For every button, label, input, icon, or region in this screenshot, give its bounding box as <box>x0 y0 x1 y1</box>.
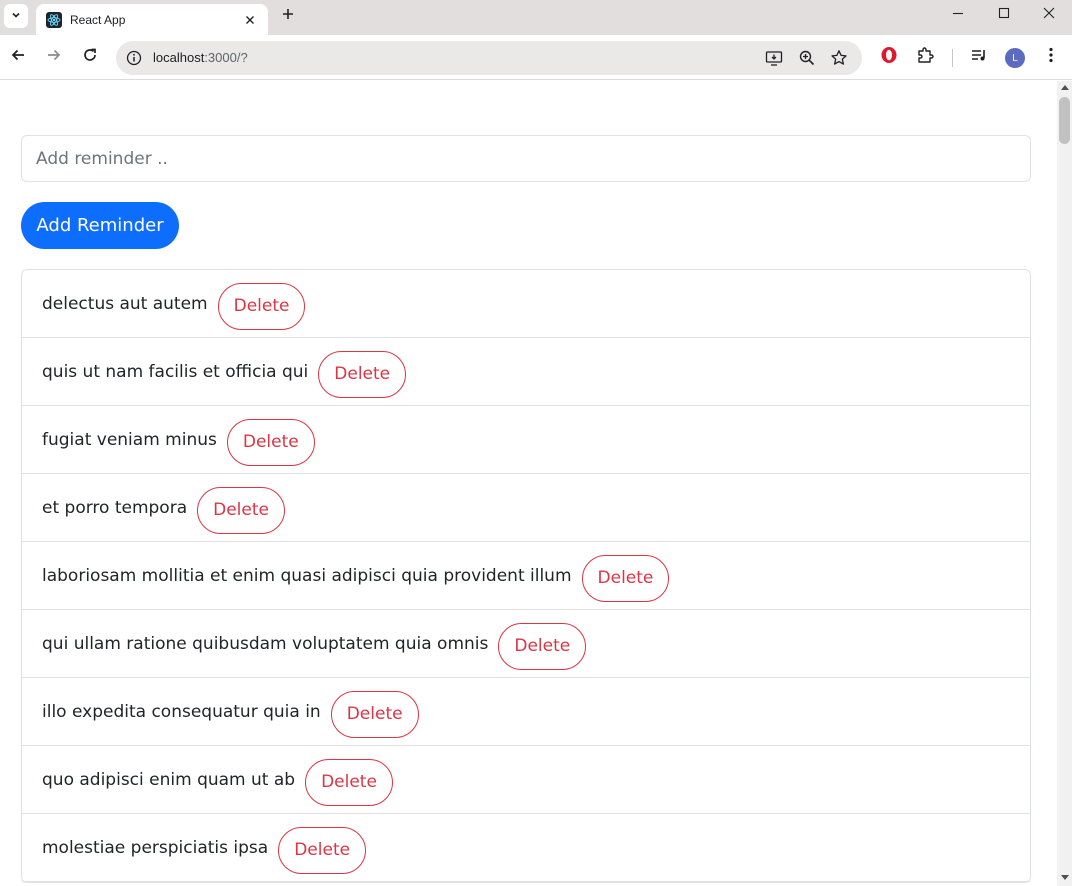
media-queue-icon <box>970 46 988 69</box>
scroll-down-arrow-icon[interactable] <box>1061 875 1069 880</box>
reminder-title: fugiat veniam minus <box>42 429 217 450</box>
close-icon[interactable] <box>242 12 258 28</box>
zoom-icon[interactable] <box>797 48 817 68</box>
reload-button[interactable] <box>79 46 101 68</box>
plus-icon <box>282 7 294 25</box>
list-item: et porro tempora Delete <box>22 474 1030 542</box>
reminder-title: quis ut nam facilis et officia qui <box>42 361 309 382</box>
scroll-up-arrow-icon[interactable] <box>1061 85 1069 90</box>
list-item: laboriosam mollitia et enim quasi adipis… <box>22 542 1030 610</box>
extensions-button[interactable] <box>914 46 936 68</box>
delete-button[interactable]: Delete <box>217 282 306 330</box>
delete-button[interactable]: Delete <box>498 622 587 670</box>
back-button[interactable] <box>7 46 29 68</box>
media-control-button[interactable] <box>968 46 990 68</box>
url-path: :3000/? <box>204 50 248 65</box>
new-tab-button[interactable] <box>278 6 298 26</box>
more-vertical-icon <box>1049 47 1053 68</box>
delete-button[interactable]: Delete <box>581 554 670 602</box>
minimize-icon <box>952 6 964 24</box>
list-item: illo expedita consequatur quia in Delete <box>22 678 1030 746</box>
list-item: quo adipisci enim quam ut ab Delete <box>22 746 1030 814</box>
tab-strip: React App <box>0 0 1072 35</box>
add-reminder-button[interactable]: Add Reminder <box>21 202 179 249</box>
reminder-title: delectus aut autem <box>42 293 208 314</box>
arrow-left-icon <box>10 47 26 68</box>
url-text[interactable]: localhost:3000/? <box>153 50 248 65</box>
reminder-input[interactable] <box>21 135 1031 182</box>
scrollbar-thumb[interactable] <box>1059 97 1070 144</box>
reload-icon <box>82 47 98 68</box>
react-logo-icon <box>46 11 62 28</box>
maximize-button[interactable] <box>992 5 1016 25</box>
opera-extension-button[interactable] <box>878 46 900 68</box>
reminder-title: et porro tempora <box>42 497 188 518</box>
reminder-list: delectus aut autem Delete quis ut nam fa… <box>21 269 1031 883</box>
list-item: molestiae perspiciatis ipsa Delete <box>22 814 1030 882</box>
delete-button[interactable]: Delete <box>330 690 419 738</box>
list-item: fugiat veniam minus Delete <box>22 406 1030 474</box>
tab-title: React App <box>70 12 126 27</box>
page-viewport: Add Reminder delectus aut autem Delete q… <box>0 81 1057 886</box>
opera-icon <box>880 46 898 69</box>
url-host: localhost <box>153 50 205 65</box>
reminder-title: quo adipisci enim quam ut ab <box>42 769 296 790</box>
address-bar[interactable]: localhost:3000/? <box>116 41 862 75</box>
bookmark-star-icon[interactable] <box>829 48 849 68</box>
forward-button[interactable] <box>43 46 65 68</box>
maximize-icon <box>998 6 1010 24</box>
reminder-title: molestiae perspiciatis ipsa <box>42 837 269 858</box>
list-item: qui ullam ratione quibusdam voluptatem q… <box>22 610 1030 678</box>
info-icon[interactable] <box>124 48 144 68</box>
delete-button[interactable]: Delete <box>305 758 393 806</box>
delete-button[interactable]: Delete <box>226 418 315 466</box>
install-app-icon[interactable] <box>764 48 784 68</box>
list-item: quis ut nam facilis et officia qui Delet… <box>22 338 1030 406</box>
browser-menu-button[interactable] <box>1040 46 1062 68</box>
arrow-right-icon <box>46 47 62 68</box>
reminder-title: qui ullam ratione quibusdam voluptatem q… <box>42 633 489 654</box>
minimize-button[interactable] <box>946 5 970 25</box>
puzzle-icon <box>916 46 934 69</box>
delete-button[interactable]: Delete <box>278 826 367 874</box>
browser-toolbar: localhost:3000/? L <box>0 35 1072 80</box>
page-scrollbar[interactable] <box>1057 81 1072 886</box>
delete-button[interactable]: Delete <box>318 350 407 398</box>
browser-tab[interactable]: React App <box>36 4 268 35</box>
profile-avatar[interactable]: L <box>1005 48 1025 68</box>
reminder-title: illo expedita consequatur quia in <box>42 701 321 722</box>
reminder-title: laboriosam mollitia et enim quasi adipis… <box>42 565 572 586</box>
close-icon <box>1043 6 1055 24</box>
toolbar-divider <box>952 49 953 67</box>
close-window-button[interactable] <box>1037 5 1061 25</box>
delete-button[interactable]: Delete <box>197 486 285 534</box>
list-item: delectus aut autem Delete <box>22 270 1030 338</box>
chevron-down-icon <box>11 7 21 25</box>
tab-search-button[interactable] <box>4 4 28 28</box>
